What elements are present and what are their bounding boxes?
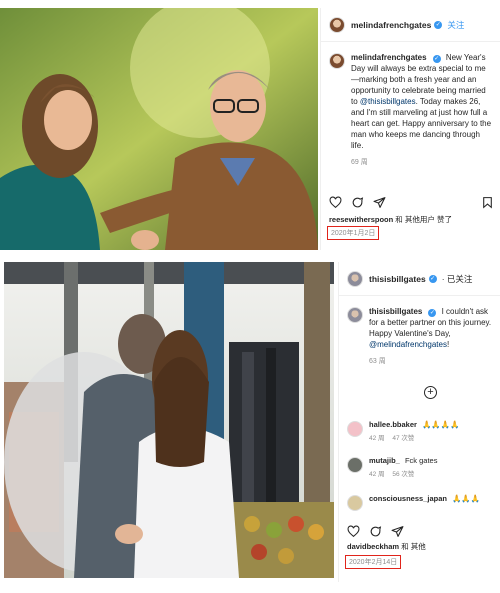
comment-text: 🙏🙏🙏 <box>452 494 481 503</box>
comment-text: 🙏🙏🙏🙏 <box>422 420 460 429</box>
instagram-post-melinda: melindafrenchgates ✓ 关注 melindafrenchgat… <box>0 8 500 250</box>
avatar[interactable] <box>347 421 363 437</box>
comment-time: 42 周 <box>369 471 385 478</box>
comment: mutajib_ Fck gates 42 周 56 次赞 <box>347 456 494 478</box>
post-date: 2020年1月2日 <box>327 226 380 240</box>
add-icon[interactable]: + <box>424 386 437 399</box>
post-side-panel: melindafrenchgates ✓ 关注 melindafrenchgat… <box>320 8 500 250</box>
post-caption: melindafrenchgates ✓ New Year's Day will … <box>321 42 500 168</box>
mention-link[interactable]: @thisisbillgates <box>360 97 416 106</box>
couple-outdoor-photo <box>0 8 318 250</box>
follow-button[interactable]: 关注 <box>447 19 464 31</box>
username[interactable]: melindafrenchgates <box>351 20 431 30</box>
following-button[interactable]: · 已关注 <box>442 273 473 285</box>
post-caption: thisisbillgates ✓ I couldn't ask for a be… <box>339 296 500 367</box>
action-bar <box>347 525 494 538</box>
bookmark-icon[interactable] <box>481 196 494 209</box>
verified-badge-icon: ✓ <box>428 309 437 317</box>
comment-icon[interactable] <box>351 196 364 209</box>
caption-username[interactable]: thisisbillgates <box>369 307 422 316</box>
comment-username[interactable]: hallee.bbaker <box>369 420 417 429</box>
post-photo[interactable] <box>4 262 334 578</box>
comment: consciousness_japan 🙏🙏🙏 <box>347 494 494 511</box>
post-side-panel: thisisbillgates ✓ · 已关注 thisisbillgates ✓… <box>338 262 500 582</box>
liked-by: reesewitherspoon 和 其他用户 赞了 <box>329 214 452 225</box>
avatar[interactable] <box>347 270 363 287</box>
caption-timestamp: 69 周 <box>351 159 368 166</box>
share-icon[interactable] <box>391 525 404 538</box>
avatar[interactable] <box>329 53 345 69</box>
liked-by-rest: 和 其他用户 赞了 <box>395 215 452 224</box>
liked-by: davidbeckham 和 其他 <box>347 541 426 552</box>
comment: hallee.bbaker 🙏🙏🙏🙏 42 周 47 次赞 <box>347 420 494 442</box>
mention-link[interactable]: @melindafrenchgates <box>369 340 447 349</box>
caption-text: ! <box>446 340 450 349</box>
liked-by-user[interactable]: reesewitherspoon <box>329 215 393 224</box>
action-bar <box>329 196 494 209</box>
comment-time: 42 周 <box>369 435 385 442</box>
post-header: melindafrenchgates ✓ 关注 <box>321 8 500 42</box>
avatar[interactable] <box>329 16 345 33</box>
avatar[interactable] <box>347 307 363 323</box>
verified-badge-icon: ✓ <box>432 55 441 63</box>
caption-username[interactable]: melindafrenchgates <box>351 53 427 62</box>
avatar[interactable] <box>347 457 363 473</box>
comment-username[interactable]: consciousness_japan <box>369 494 447 503</box>
username[interactable]: thisisbillgates <box>369 274 426 284</box>
verified-badge-icon: ✓ <box>434 20 443 29</box>
comment-likes[interactable]: 47 次赞 <box>392 435 414 442</box>
share-icon[interactable] <box>373 196 386 209</box>
liked-by-user[interactable]: davidbeckham <box>347 542 399 551</box>
comment-username[interactable]: mutajib_ <box>369 456 400 465</box>
comment-text: Fck gates <box>404 456 438 465</box>
post-header: thisisbillgates ✓ · 已关注 <box>339 262 500 296</box>
avatar[interactable] <box>347 495 363 511</box>
verified-badge-icon: ✓ <box>428 274 437 283</box>
comment-likes[interactable]: 56 次赞 <box>392 471 414 478</box>
couple-market-photo <box>4 262 334 578</box>
heart-icon[interactable] <box>329 196 342 209</box>
comment-icon[interactable] <box>369 525 382 538</box>
post-date: 2020年2月14日 <box>345 555 402 569</box>
liked-by-rest: 和 其他 <box>401 542 426 551</box>
caption-timestamp: 63 周 <box>369 358 386 365</box>
instagram-post-bill: thisisbillgates ✓ · 已关注 thisisbillgates ✓… <box>0 262 500 582</box>
post-photo[interactable] <box>0 8 318 250</box>
heart-icon[interactable] <box>347 525 360 538</box>
